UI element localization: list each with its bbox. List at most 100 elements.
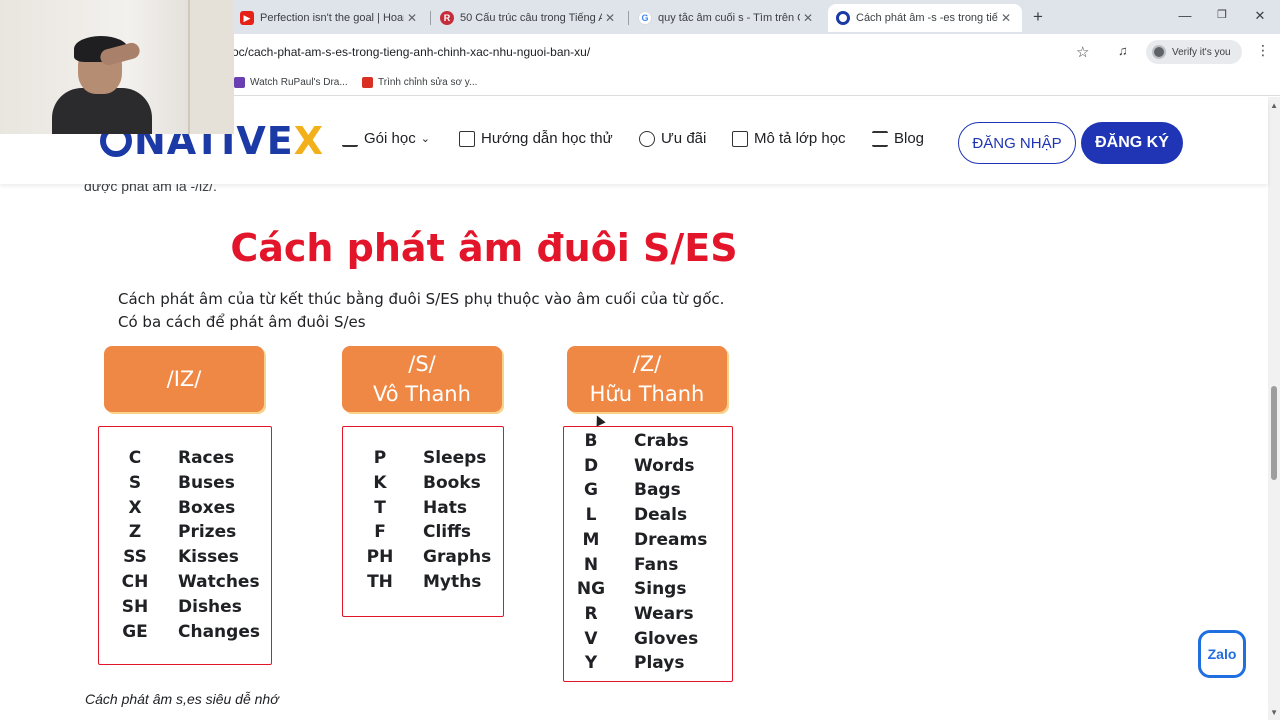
tab-title: 50 Cấu trúc câu trong Tiếng An	[460, 12, 602, 24]
example-word: Gloves	[634, 628, 699, 649]
ending-sound: C	[128, 448, 142, 468]
sound-row: C Races	[104, 448, 235, 468]
nav-label: Blog	[894, 130, 925, 147]
sound-row: X Boxes	[104, 498, 235, 518]
profile-label: Verify it's you	[1172, 46, 1231, 58]
sound-row: CH Watches	[104, 572, 260, 592]
example-word: Crabs	[634, 431, 689, 451]
sound-row: PH Graphs	[349, 547, 492, 568]
example-word: Boxes	[178, 497, 236, 518]
nav-mo-ta[interactable]: Mô tả lớp học	[732, 130, 846, 147]
tab-nativex-active[interactable]: Cách phát âm -s -es trong tiếng ✕	[828, 4, 1022, 32]
bookmark-label: Watch RuPaul's Dra...	[250, 77, 348, 88]
close-icon[interactable]: ✕	[602, 11, 618, 25]
ending-sound: NG	[576, 579, 606, 600]
sound-row: N Fans	[560, 555, 678, 575]
example-word: Cliffs	[423, 522, 472, 543]
example-word: Wears	[634, 603, 694, 624]
example-word: Prizes	[178, 522, 237, 543]
nav-huong-dan[interactable]: Hướng dẫn học thử	[459, 130, 613, 147]
sound-row: SH Dishes	[104, 597, 242, 617]
example-word: Sings	[634, 579, 687, 600]
tab-divider	[628, 11, 629, 25]
sound-row: Z Prizes	[104, 522, 236, 542]
chevron-down-icon: ⌄	[420, 133, 430, 145]
bookmark-icon	[362, 77, 373, 88]
tab-title: Cách phát âm -s -es trong tiếng	[856, 12, 998, 24]
ending-sound: GE	[122, 621, 148, 642]
infographic-title: Cách phát âm đuôi S/ES	[230, 226, 738, 270]
tab-title: Perfection isn't the goal | Hoang	[260, 12, 404, 24]
example-word: Kisses	[178, 547, 239, 568]
ending-sound: F	[374, 522, 386, 543]
minimize-icon[interactable]: —	[1175, 8, 1195, 23]
sound-row: TH Myths	[349, 572, 481, 592]
tab-cau-truc[interactable]: R 50 Cấu trúc câu trong Tiếng An ✕	[432, 4, 626, 32]
ending-sound: K	[373, 472, 387, 493]
sound-row: V Gloves	[560, 629, 698, 649]
document-icon	[459, 130, 475, 147]
group-z-header: /Z/ Hữu Thanh	[567, 346, 727, 412]
ending-sound: R	[584, 603, 598, 624]
ending-sound: SS	[123, 547, 147, 568]
nav-blog[interactable]: Blog	[872, 130, 924, 147]
sound-row: F Cliffs	[349, 522, 471, 542]
webcam-person-body	[52, 88, 152, 134]
group-sound: /IZ/	[166, 367, 202, 391]
ending-sound: T	[374, 497, 386, 518]
group-sound: /S/	[408, 352, 436, 376]
example-word: Dreams	[634, 529, 708, 550]
bookmark-trinh-chinh-sua[interactable]: Trình chỉnh sửa sơ y...	[362, 77, 477, 88]
sound-row: G Bags	[560, 480, 681, 500]
webcam-overlay	[0, 0, 234, 134]
example-word: Fans	[634, 554, 679, 575]
avatar	[1152, 45, 1166, 59]
example-word: Plays	[634, 653, 685, 674]
nav-goi-hoc[interactable]: Gói học ⌄	[342, 130, 430, 147]
example-word: Dishes	[178, 596, 242, 617]
tab-youtube[interactable]: ▶ Perfection isn't the goal | Hoang ✕	[232, 4, 428, 32]
signup-button[interactable]: ĐĂNG KÝ	[1081, 122, 1183, 164]
bookmark-star-icon[interactable]: ☆	[1076, 43, 1089, 61]
ending-sound: G	[584, 480, 598, 501]
address-bar[interactable]: oc/cach-phat-am-s-es-trong-tieng-anh-chi…	[232, 45, 1102, 61]
close-icon[interactable]: ✕	[404, 11, 420, 25]
sound-row: M Dreams	[560, 529, 708, 550]
sound-row: R Wears	[560, 603, 694, 624]
list-icon	[872, 130, 888, 147]
ending-sound: X	[128, 497, 142, 518]
sound-row: L Deals	[560, 505, 687, 525]
scroll-up-icon[interactable]: ▲	[1270, 101, 1278, 110]
scrollbar-thumb[interactable]	[1271, 386, 1277, 480]
ending-sound: PH	[366, 547, 394, 568]
close-window-icon[interactable]: ✕	[1250, 8, 1270, 24]
bookmark-rupaul[interactable]: Watch RuPaul's Dra...	[234, 77, 348, 88]
example-word: Words	[634, 455, 695, 476]
example-word: Changes	[178, 621, 260, 642]
sound-row: SS Kisses	[104, 547, 239, 567]
close-icon[interactable]: ✕	[998, 11, 1014, 25]
new-tab-button[interactable]: +	[1028, 7, 1048, 27]
ending-sound: Y	[584, 653, 598, 674]
group-iz-header: /IZ/	[104, 346, 264, 412]
media-control-icon[interactable]: ♫	[1118, 43, 1128, 58]
login-button[interactable]: ĐĂNG NHẬP	[958, 122, 1076, 164]
close-icon[interactable]: ✕	[800, 11, 816, 25]
screen: ▶ Perfection isn't the goal | Hoang ✕ R …	[0, 0, 1280, 720]
profile-button[interactable]: Verify it's you	[1146, 40, 1242, 64]
restore-icon[interactable]: ❐	[1212, 8, 1232, 21]
infographic-description: Cách phát âm của từ kết thúc bằng đuôi S…	[118, 290, 725, 331]
sound-row: T Hats	[349, 498, 467, 518]
scroll-down-icon[interactable]: ▼	[1270, 708, 1278, 717]
ending-sound: D	[583, 455, 599, 476]
ending-sound: Z	[128, 522, 142, 543]
webcam-shelf	[188, 0, 234, 134]
tab-title: quy tắc âm cuối s - Tìm trên Go	[658, 12, 800, 24]
group-s-header: /S/ Vô Thanh	[342, 346, 502, 412]
nav-uu-dai[interactable]: Ưu đãi	[639, 130, 706, 147]
tab-google-search[interactable]: G quy tắc âm cuối s - Tìm trên Go ✕	[630, 4, 824, 32]
site-r-icon: R	[440, 11, 454, 25]
menu-icon[interactable]: ⋮	[1256, 42, 1270, 59]
zalo-chat-button[interactable]: Zalo	[1198, 630, 1246, 678]
image-caption: Cách phát âm s,es siêu dễ nhớ	[85, 691, 279, 707]
